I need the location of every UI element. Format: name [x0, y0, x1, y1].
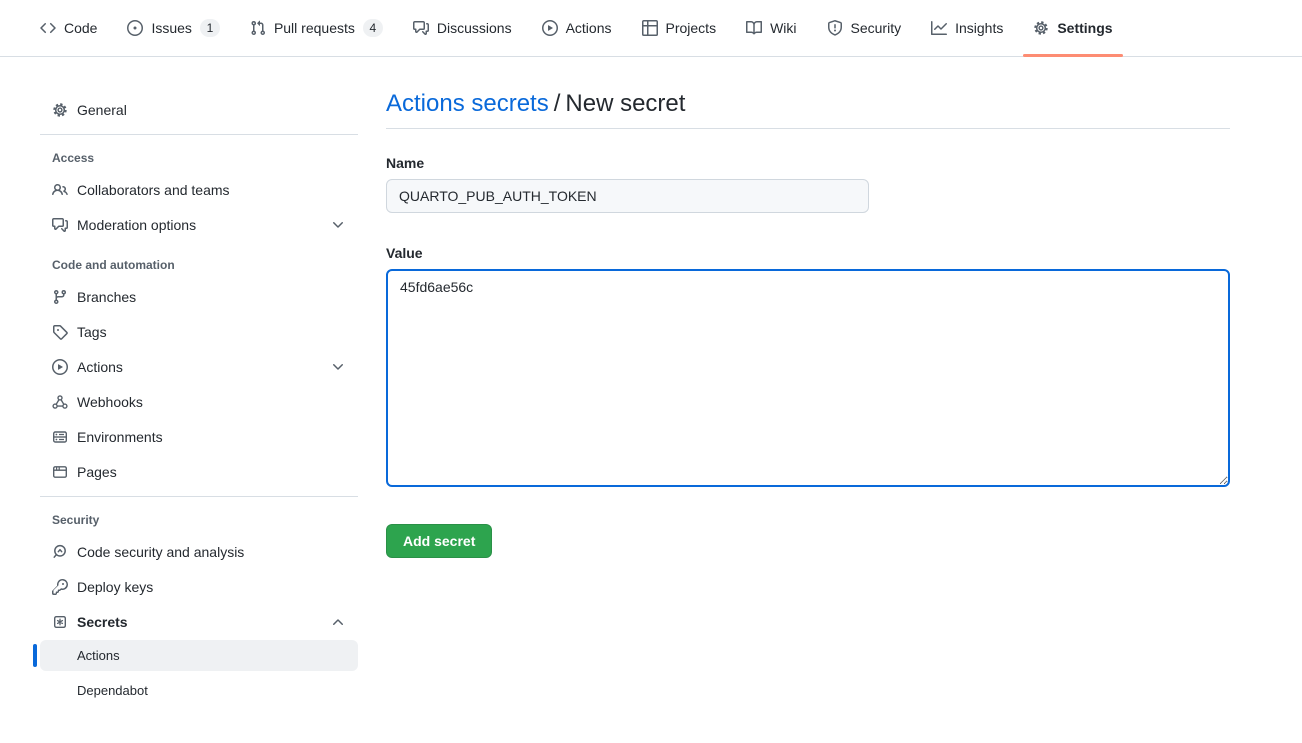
sidebar-item-label: Actions — [77, 359, 123, 375]
sidebar-item-label: Environments — [77, 429, 163, 445]
tab-discussions[interactable]: Discussions — [403, 0, 522, 56]
tab-label: Discussions — [437, 20, 512, 36]
asterisk-box-icon — [52, 614, 68, 630]
sidebar-item-label: Webhooks — [77, 394, 143, 410]
sidebar-item-actions[interactable]: Actions — [40, 350, 358, 384]
git-branch-icon — [52, 289, 68, 305]
tab-label: Wiki — [770, 20, 796, 36]
sidebar-item-branches[interactable]: Branches — [40, 280, 358, 314]
tab-label: Actions — [566, 20, 612, 36]
gear-icon — [52, 102, 68, 118]
sidebar-divider — [40, 134, 358, 135]
new-secret-panel: Actions secrets/New secret Name Value 45… — [386, 90, 1230, 710]
sidebar-item-label: Code security and analysis — [77, 544, 244, 560]
secret-name-input[interactable] — [386, 179, 869, 213]
tab-projects[interactable]: Projects — [632, 0, 727, 56]
tag-icon — [52, 324, 68, 340]
sidebar-item-webhooks[interactable]: Webhooks — [40, 385, 358, 419]
play-icon — [52, 359, 68, 375]
tab-label: Code — [64, 20, 97, 36]
sidebar-item-code-security[interactable]: Code security and analysis — [40, 535, 358, 569]
sidebar-item-label: Moderation options — [77, 217, 196, 233]
webhook-icon — [52, 394, 68, 410]
tab-actions[interactable]: Actions — [532, 0, 622, 56]
pull-requests-count-badge: 4 — [363, 19, 383, 37]
value-field-label: Value — [386, 245, 1230, 261]
sidebar-item-secrets[interactable]: Secrets — [40, 605, 358, 639]
sidebar-item-environments[interactable]: Environments — [40, 420, 358, 454]
breadcrumb-separator: / — [549, 90, 566, 117]
tab-label: Issues — [151, 20, 191, 36]
sidebar-item-tags[interactable]: Tags — [40, 315, 358, 349]
sidebar-subitem-label: Dependabot — [77, 683, 148, 698]
repo-nav: Code Issues 1 Pull requests 4 Discussion… — [0, 0, 1302, 57]
codescan-icon — [52, 544, 68, 560]
git-pull-request-icon — [250, 20, 266, 36]
tab-pull-requests[interactable]: Pull requests 4 — [240, 0, 393, 56]
code-icon — [40, 20, 56, 36]
tab-label: Insights — [955, 20, 1003, 36]
issue-opened-icon — [127, 20, 143, 36]
tab-issues[interactable]: Issues 1 — [117, 0, 229, 56]
sidebar-item-moderation-options[interactable]: Moderation options — [40, 208, 358, 242]
gear-icon — [1033, 20, 1049, 36]
sidebar-item-label: Collaborators and teams — [77, 182, 230, 198]
chevron-down-icon — [330, 359, 346, 375]
play-icon — [542, 20, 558, 36]
sidebar-subitem-secrets-actions[interactable]: Actions — [40, 640, 358, 671]
issues-count-badge: 1 — [200, 19, 220, 37]
book-icon — [746, 20, 762, 36]
sidebar-item-label: General — [77, 102, 127, 118]
sidebar-section-code-automation: Code and automation — [40, 258, 358, 272]
browser-icon — [52, 464, 68, 480]
chevron-down-icon — [330, 217, 346, 233]
chevron-up-icon — [330, 614, 346, 630]
sidebar-item-general[interactable]: General — [40, 93, 358, 127]
sidebar-section-access: Access — [40, 151, 358, 165]
key-icon — [52, 579, 68, 595]
tab-security[interactable]: Security — [817, 0, 912, 56]
tab-label: Pull requests — [274, 20, 355, 36]
secret-value-textarea[interactable]: 45fd6ae56c — [386, 269, 1230, 487]
tab-insights[interactable]: Insights — [921, 0, 1013, 56]
sidebar-item-label: Pages — [77, 464, 117, 480]
sidebar-item-pages[interactable]: Pages — [40, 455, 358, 489]
add-secret-button[interactable]: Add secret — [386, 524, 492, 558]
page-title: Actions secrets/New secret — [386, 90, 1230, 129]
sidebar-subitem-secrets-dependabot[interactable]: Dependabot — [40, 675, 358, 706]
name-field-label: Name — [386, 155, 1230, 171]
sidebar-item-label: Tags — [77, 324, 107, 340]
tab-settings[interactable]: Settings — [1023, 0, 1122, 56]
sidebar-divider — [40, 496, 358, 497]
sidebar-item-label: Secrets — [77, 614, 128, 630]
comment-discussion-icon — [52, 217, 68, 233]
sidebar-section-security: Security — [40, 513, 358, 527]
sidebar-subitem-label: Actions — [77, 648, 120, 663]
table-icon — [642, 20, 658, 36]
sidebar-item-label: Branches — [77, 289, 136, 305]
tab-label: Projects — [666, 20, 717, 36]
tab-label: Settings — [1057, 20, 1112, 36]
page-content: General Access Collaborators and teams M… — [0, 57, 1302, 710]
sidebar-item-label: Deploy keys — [77, 579, 153, 595]
actions-secrets-breadcrumb-link[interactable]: Actions secrets — [386, 90, 549, 117]
server-icon — [52, 429, 68, 445]
sidebar-item-collaborators[interactable]: Collaborators and teams — [40, 173, 358, 207]
tab-code[interactable]: Code — [30, 0, 107, 56]
people-icon — [52, 182, 68, 198]
sidebar-item-deploy-keys[interactable]: Deploy keys — [40, 570, 358, 604]
tab-wiki[interactable]: Wiki — [736, 0, 806, 56]
settings-sidebar: General Access Collaborators and teams M… — [40, 93, 358, 710]
graph-icon — [931, 20, 947, 36]
comment-discussion-icon — [413, 20, 429, 36]
shield-icon — [827, 20, 843, 36]
tab-label: Security — [851, 20, 902, 36]
breadcrumb-current: New secret — [565, 90, 685, 117]
